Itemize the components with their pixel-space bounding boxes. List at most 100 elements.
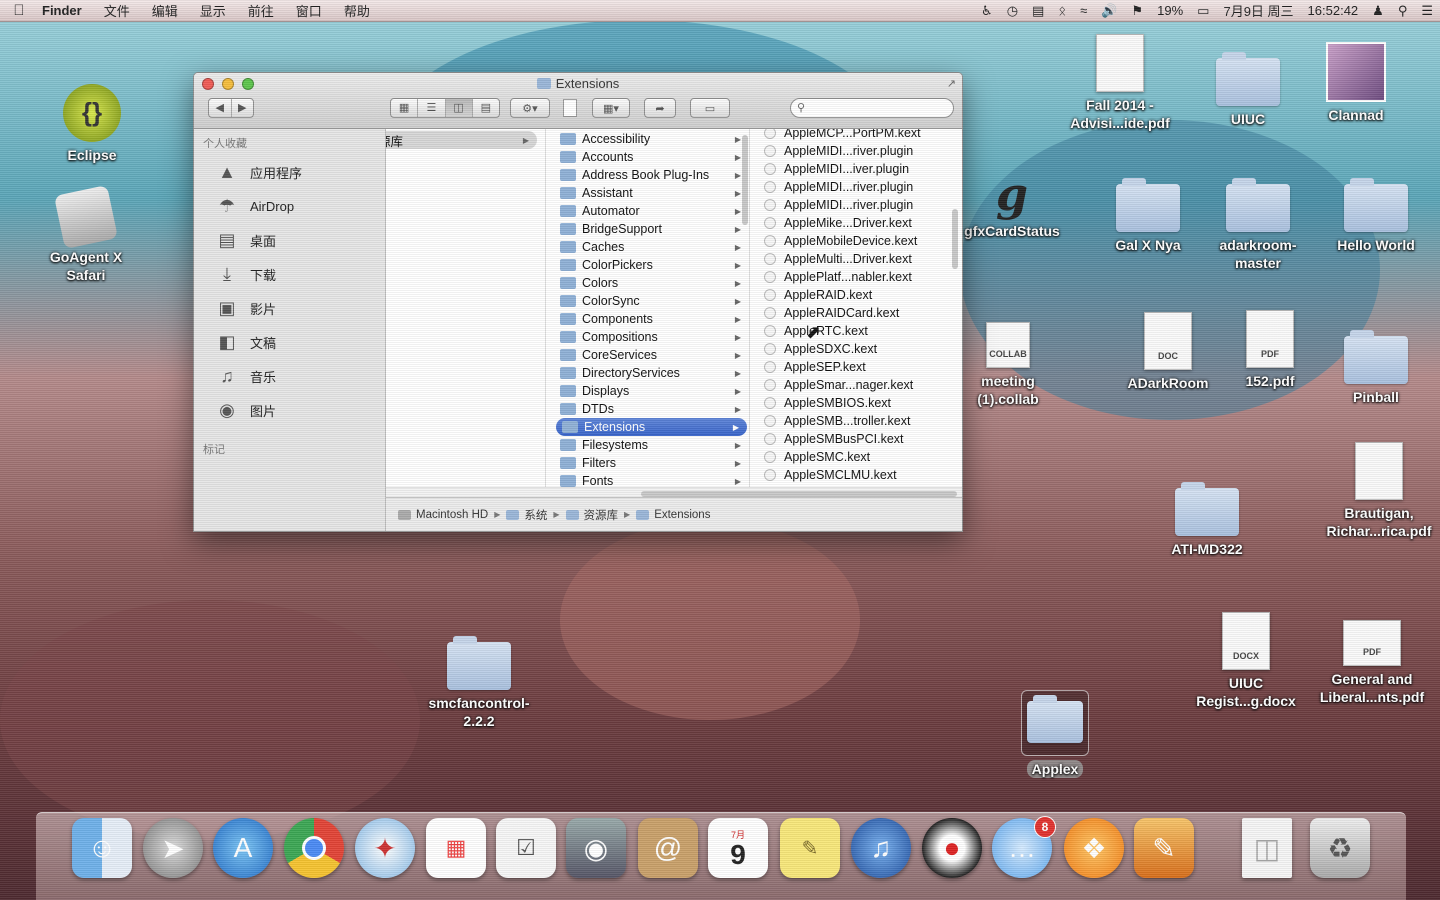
wifi-icon[interactable]: ≈ <box>1073 3 1094 18</box>
view-mode-control[interactable]: ▦ ☰ ◫ ▤ <box>390 98 500 118</box>
chrome-icon[interactable] <box>284 818 344 878</box>
qq-icon[interactable]: ● <box>922 818 982 878</box>
column-item-kext[interactable]: AppleRTC.kext <box>756 322 956 340</box>
column-item-folder[interactable]: Filters ▶ <box>554 454 749 472</box>
column-item-folder[interactable]: Address Book Plug-Ins ▶ <box>554 166 749 184</box>
desktop-icon-helloworld[interactable]: Hello World <box>1326 178 1426 254</box>
path-item-macintosh-hd[interactable]: Macintosh HD <box>398 509 488 521</box>
column-item-folder[interactable]: BridgeSupport ▶ <box>554 220 749 238</box>
ibooks-icon[interactable]: ❖ <box>1064 818 1124 878</box>
sidebar-item-desktop[interactable]: ▤ 桌面 <box>194 223 385 257</box>
column-item-kext[interactable]: AppleMIDI...river.plugin <box>756 142 956 160</box>
column-3[interactable]: AppleMCP...PortPM.kext AppleMIDI...river.… <box>756 129 956 499</box>
column-item-kext[interactable]: AppleRAIDCard.kext <box>756 304 956 322</box>
column-item-folder[interactable]: Compositions ▶ <box>554 328 749 346</box>
menu-help[interactable]: 帮助 <box>333 1 381 20</box>
path-item-system[interactable]: 系统 <box>506 507 547 523</box>
fullscreen-icon[interactable]: ↗ <box>947 77 956 90</box>
launchpad-icon[interactable]: ➤ <box>143 818 203 878</box>
accessibility-icon[interactable]: ♿ <box>974 3 1000 19</box>
column-item-folder[interactable]: Accessibility ▶ <box>554 130 749 148</box>
column-item-kext[interactable]: AppleSDXC.kext <box>756 340 956 358</box>
desktop-icon-152pdf[interactable]: PDF 152.pdf <box>1230 310 1310 390</box>
column-item-folder[interactable]: CoreServices ▶ <box>554 346 749 364</box>
column-item-folder[interactable]: Displays ▶ <box>554 382 749 400</box>
back-forward-control[interactable]: ◀ ▶ <box>208 98 254 118</box>
desktop-icon-general-liberal[interactable]: PDF General and Liberal...nts.pdf <box>1310 620 1434 706</box>
share-button[interactable]: ➦ <box>644 98 676 118</box>
column-item-folder[interactable]: Components ▶ <box>554 310 749 328</box>
column-2-scrollbar[interactable] <box>742 135 748 225</box>
cover-flow-button[interactable]: ▤ <box>473 99 499 117</box>
facetime-icon[interactable]: ◉ <box>566 818 626 878</box>
trash-icon[interactable]: ♻ <box>1310 818 1370 878</box>
column-2[interactable]: Accessibility ▶ Accounts ▶ Address Book Plug… <box>554 129 750 499</box>
sidebar-item-movies[interactable]: ▣ 影片 <box>194 291 385 325</box>
desktop-icon-applex[interactable]: Applex <box>1020 690 1090 778</box>
desktop-icon-goagent[interactable]: GoAgent X Safari <box>36 184 136 284</box>
menu-go[interactable]: 前往 <box>237 1 285 20</box>
desktop-icon-ati-md322[interactable]: ATI-MD322 <box>1160 482 1254 558</box>
column-view-button[interactable]: ◫ <box>445 99 473 117</box>
time-machine-icon[interactable]: ◷ <box>1000 3 1025 19</box>
desktop-icon-pinball[interactable]: Pinball <box>1332 330 1420 406</box>
column-item-folder[interactable]: Automator ▶ <box>554 202 749 220</box>
path-item-library[interactable]: 资源库 <box>565 507 618 523</box>
action-menu-button[interactable]: ⚙▾ <box>510 98 550 118</box>
column-item-folder[interactable]: ColorSync ▶ <box>554 292 749 310</box>
calendar-icon[interactable]: 7月 9 <box>708 818 768 878</box>
notification-center-icon[interactable]: ☰ <box>1414 3 1440 19</box>
sidebar-item-pictures[interactable]: ◉ 图片 <box>194 393 385 427</box>
desktop-icon-eclipse[interactable]: {} Eclipse <box>46 84 138 164</box>
column-item-folder[interactable]: Assistant ▶ <box>554 184 749 202</box>
column-item-kext[interactable]: AppleMCP...PortPM.kext <box>756 129 956 142</box>
column-item-kext[interactable]: AppleMobileDevice.kext <box>756 232 956 250</box>
apple-menu-icon[interactable]:  <box>0 2 38 19</box>
app-store-icon[interactable]: A <box>213 818 273 878</box>
column-item-kext[interactable]: AppleSMCLMU.kext <box>756 466 956 484</box>
contacts-icon[interactable]: @ <box>638 818 698 878</box>
column-item-folder[interactable]: ColorPickers ▶ <box>554 256 749 274</box>
bluetooth-icon[interactable]: ᛟ <box>1051 3 1073 18</box>
sidebar-item-music[interactable]: ♫ 音乐 <box>194 359 385 393</box>
menu-view[interactable]: 显示 <box>189 1 237 20</box>
column-3-scrollbar[interactable] <box>952 209 958 269</box>
reminders-icon[interactable]: ☑ <box>496 818 556 878</box>
column-item-folder[interactable]: Filesystems ▶ <box>554 436 749 454</box>
desktop-icon-adarkroom[interactable]: DOC ADarkRoom <box>1118 312 1218 392</box>
menu-date[interactable]: 7月9日 周三 <box>1216 1 1300 20</box>
column-1[interactable]: 源库 ▶ <box>386 129 546 499</box>
menu-file[interactable]: 文件 <box>93 1 141 20</box>
column-item-kext[interactable]: AppleSMC.kext <box>756 448 956 466</box>
column-item-kext[interactable]: AppleRAID.kext <box>756 286 956 304</box>
column-item-kext[interactable]: AppleMIDI...iver.plugin <box>756 160 956 178</box>
menu-clock[interactable]: 16:52:42 <box>1301 3 1366 18</box>
spotlight-icon[interactable]: ⚲ <box>1391 3 1415 19</box>
desktop-icon-meeting[interactable]: COLLAB meeting (1).collab <box>962 322 1054 408</box>
column-item-folder[interactable]: DirectoryServices ▶ <box>554 364 749 382</box>
column-item-folder[interactable]: Extensions ▶ <box>556 418 747 436</box>
desktop-icon-uiuc[interactable]: UIUC <box>1204 52 1292 128</box>
column-item-kext[interactable]: AppleMike...Driver.kext <box>756 214 956 232</box>
sidebar-item-airdrop[interactable]: ☂ AirDrop <box>194 189 385 223</box>
menu-app-finder[interactable]: Finder <box>38 3 93 18</box>
input-source-icon[interactable]: ⚑ <box>1124 3 1150 19</box>
list-view-button[interactable]: ☰ <box>418 99 446 117</box>
desktop-icon-clannad[interactable]: Clannad <box>1316 42 1396 124</box>
column-item-folder[interactable]: DTDs ▶ <box>554 400 749 418</box>
sidebar-item-documents[interactable]: ◧ 文稿 <box>194 325 385 359</box>
column-item-kext[interactable]: AppleMIDI...river.plugin <box>756 196 956 214</box>
document-icon[interactable]: ◫ <box>1242 818 1292 878</box>
battery-percent[interactable]: 19% <box>1150 3 1190 18</box>
desktop-icon-fall2014[interactable]: Fall 2014 - Advisi...ide.pdf <box>1060 34 1180 132</box>
path-item-extensions[interactable]: Extensions <box>636 509 710 521</box>
desktop-icon-brautigan[interactable]: Brautigan, Richar...rica.pdf <box>1318 442 1440 540</box>
finder-icon[interactable]: ☺ <box>72 818 132 878</box>
notes-icon[interactable]: ✎ <box>780 818 840 878</box>
tags-button[interactable]: ▭ <box>690 98 730 118</box>
desktop-icon-gfxcardstatus[interactable]: g gfxCardStatus <box>962 171 1062 240</box>
pages-icon[interactable]: ✎ <box>1134 818 1194 878</box>
desktop-icon-galxnya[interactable]: Gal X Nya <box>1104 178 1192 254</box>
column-item-folder[interactable]: Caches ▶ <box>554 238 749 256</box>
icon-view-button[interactable]: ▦ <box>391 99 419 117</box>
